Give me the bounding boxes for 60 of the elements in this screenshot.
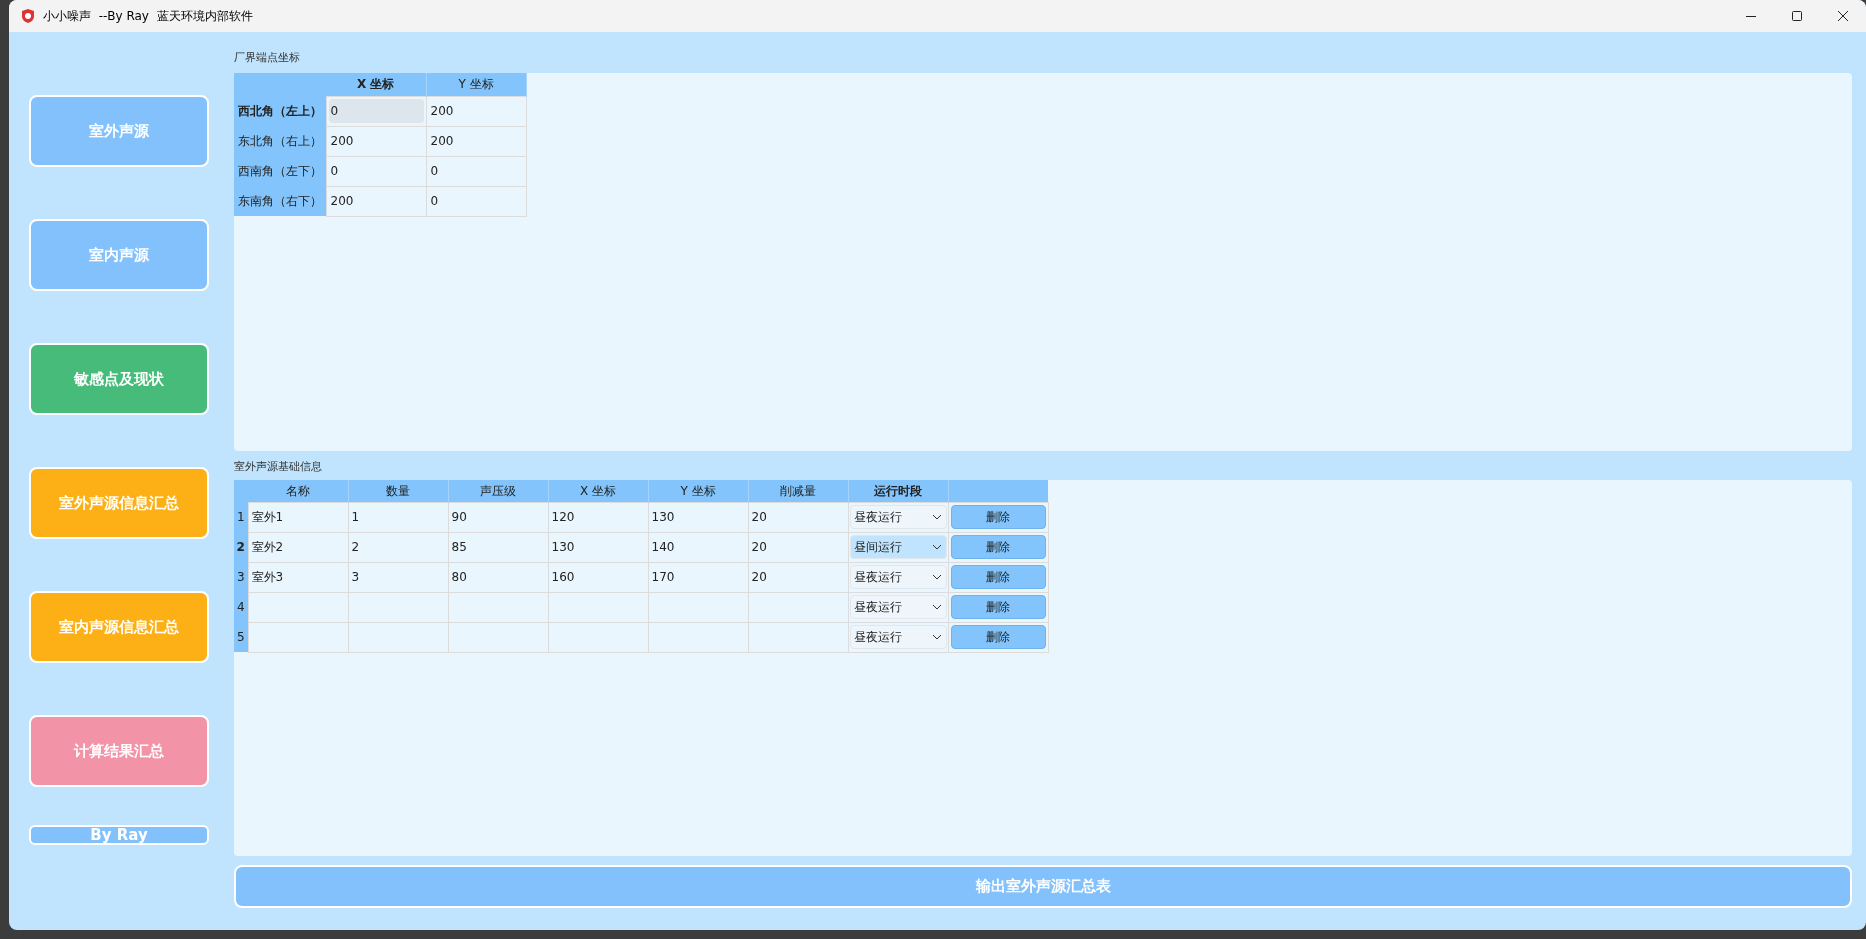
period-dropdown[interactable]: 昼夜运行 — [849, 625, 947, 649]
chevron-down-icon — [931, 634, 942, 640]
column-header[interactable]: 数量 — [348, 480, 448, 502]
table-cell[interactable]: 室外3 — [251, 570, 284, 584]
delete-button[interactable]: 删除 — [950, 565, 1046, 589]
column-header[interactable]: Y 坐标 — [426, 73, 526, 96]
row-header[interactable]: 西北角（左上） — [234, 96, 326, 126]
period-dropdown[interactable]: 昼夜运行 — [849, 505, 947, 529]
table-cell[interactable]: 85 — [451, 540, 467, 554]
table-cell[interactable]: 20 — [751, 570, 767, 584]
chevron-down-icon — [931, 514, 942, 520]
row-header[interactable]: 东北角（右上） — [234, 126, 326, 156]
column-header[interactable]: Y 坐标 — [648, 480, 748, 502]
table-cell[interactable]: 1 — [351, 510, 360, 524]
delete-button[interactable]: 删除 — [950, 535, 1046, 559]
chevron-down-icon — [931, 574, 942, 580]
row-header[interactable]: 西南角（左下） — [234, 156, 326, 186]
table-cell[interactable]: 120 — [551, 510, 575, 524]
column-header[interactable]: X 坐标 — [548, 480, 648, 502]
delete-button[interactable]: 删除 — [950, 505, 1046, 529]
column-header[interactable]: 运行时段 — [848, 480, 948, 502]
period-dropdown[interactable]: 昼夜运行 — [849, 595, 947, 619]
row-header[interactable]: 东南角（右下） — [234, 186, 326, 216]
maximize-icon — [1792, 11, 1802, 21]
table-cell[interactable]: 2 — [351, 540, 360, 554]
table-cell[interactable]: 130 — [551, 540, 575, 554]
section-title: 厂界端点坐标 — [234, 50, 301, 66]
table-cell[interactable]: 160 — [551, 570, 575, 584]
table-cell[interactable]: 3 — [351, 570, 360, 584]
row-number[interactable]: 1 — [234, 502, 248, 532]
chevron-down-icon — [931, 544, 942, 550]
window-title: 小小噪声 --By Ray 蓝天环境内部软件 — [43, 8, 253, 25]
row-number[interactable]: 5 — [234, 622, 248, 652]
row-number[interactable]: 3 — [234, 562, 248, 592]
row-number[interactable]: 4 — [234, 592, 248, 622]
table-cell[interactable]: 室外2 — [251, 540, 284, 554]
column-header[interactable]: 削减量 — [748, 480, 848, 502]
shield-icon — [21, 8, 35, 24]
column-header[interactable]: 声压级 — [448, 480, 548, 502]
close-icon — [1838, 11, 1848, 21]
minimize-icon — [1746, 15, 1756, 17]
table-cell[interactable]: 室外1 — [251, 510, 284, 524]
section-title: 室外声源基础信息 — [234, 459, 323, 475]
table-cell[interactable]: 90 — [451, 510, 467, 524]
delete-button[interactable]: 删除 — [950, 595, 1046, 619]
column-header[interactable]: 名称 — [248, 480, 348, 502]
table-cell[interactable]: 130 — [651, 510, 675, 524]
table-cell[interactable]: 170 — [651, 570, 675, 584]
table-cell[interactable]: 0 — [328, 99, 424, 123]
chevron-down-icon — [931, 604, 942, 610]
table-cell[interactable]: 20 — [751, 510, 767, 524]
row-number[interactable]: 2 — [234, 532, 248, 562]
table-cell[interactable]: 80 — [451, 570, 467, 584]
column-header[interactable]: X 坐标 — [326, 73, 426, 96]
period-dropdown[interactable]: 昼夜运行 — [849, 565, 947, 589]
author-label: By Ray — [29, 825, 209, 845]
period-dropdown[interactable]: 昼间运行 — [849, 535, 947, 559]
table-cell[interactable]: 140 — [651, 540, 675, 554]
table-cell[interactable]: 20 — [751, 540, 767, 554]
delete-button[interactable]: 删除 — [950, 625, 1046, 649]
